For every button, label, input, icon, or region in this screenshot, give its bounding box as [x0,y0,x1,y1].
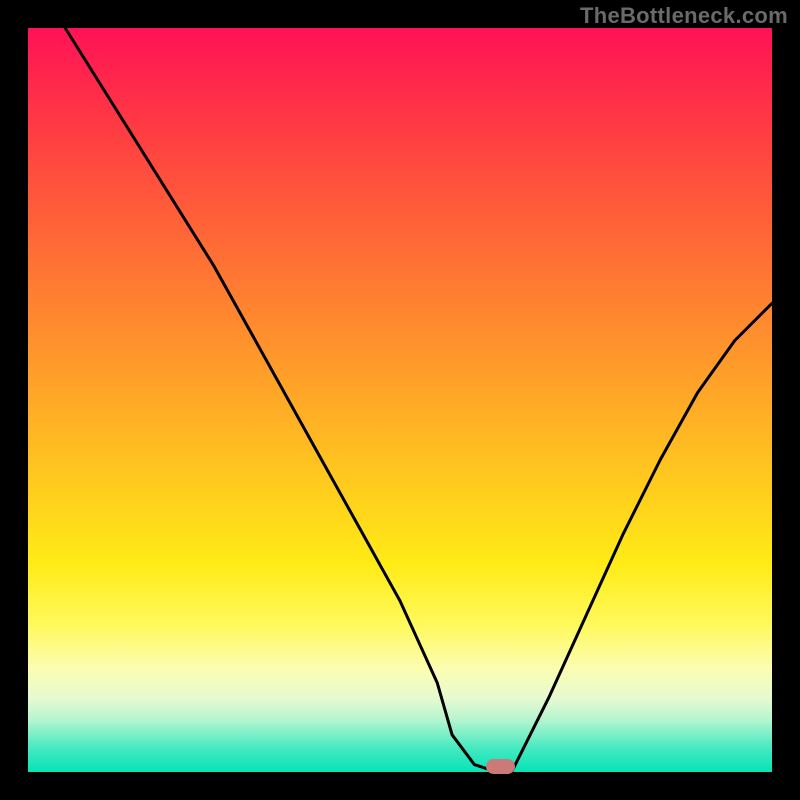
plot-area [28,28,772,772]
watermark-text: TheBottleneck.com [580,3,788,29]
optimal-marker [486,759,516,774]
curve-svg [28,28,772,772]
bottleneck-curve [65,28,772,772]
chart-container: TheBottleneck.com [0,0,800,800]
